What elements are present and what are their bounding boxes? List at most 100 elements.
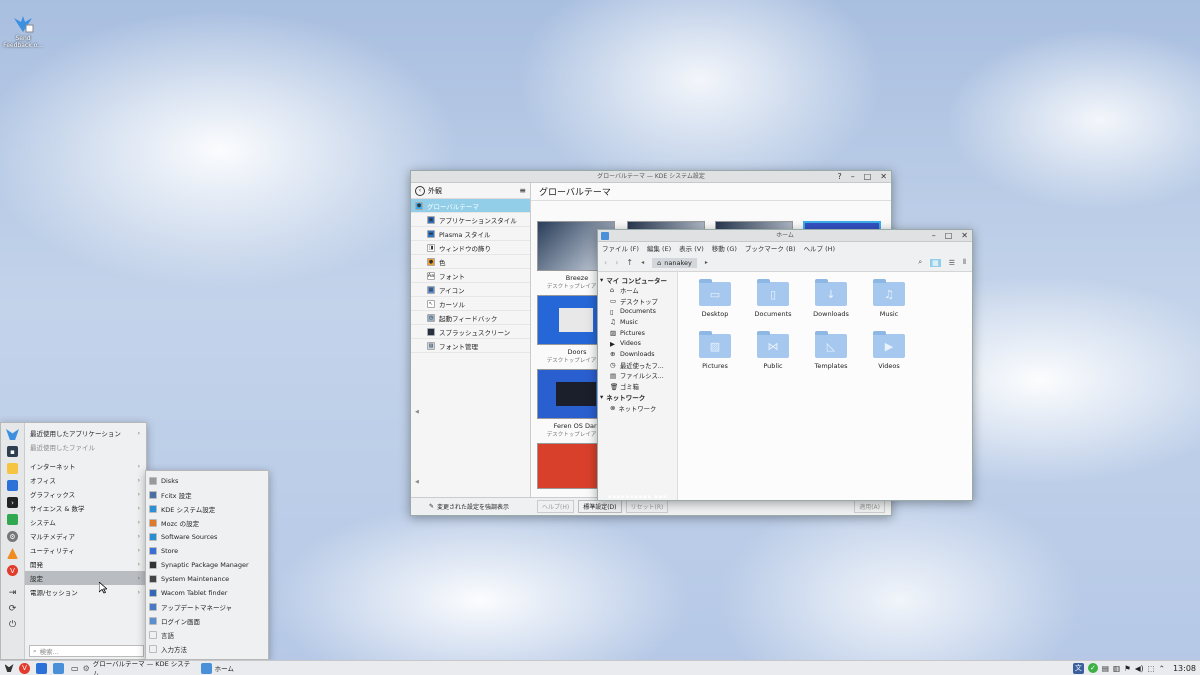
start-menu-item[interactable]: グラフィックス › [25, 487, 146, 501]
files-app-icon[interactable] [7, 463, 18, 474]
folder-item[interactable]: ⋈ Public [744, 331, 802, 370]
menu-3[interactable]: 移動 (G) [712, 243, 737, 253]
submenu-item[interactable]: Synaptic Package Manager [146, 558, 268, 572]
sidebar-item[interactable]: ▣ アプリケーションスタイル [411, 213, 530, 227]
submenu-item[interactable]: Mozc の設定 [146, 516, 268, 530]
folder-item[interactable]: ▭ Desktop [686, 279, 744, 318]
folder-item[interactable]: ▨ Pictures [686, 331, 744, 370]
start-menu-item[interactable]: システム › [25, 515, 146, 529]
highlight-changes-button[interactable]: ✎ 変更された設定を強調表示 [411, 502, 531, 511]
logout-icon[interactable]: ⇥ [9, 588, 17, 598]
input-method-icon[interactable]: 文 [1072, 662, 1084, 674]
files-icon[interactable] [53, 662, 64, 674]
place-item[interactable]: ▤ ファイルシス... [598, 371, 677, 382]
search-box[interactable]: ⌕ 検索... [29, 645, 144, 657]
storage-icon[interactable]: ▤ [1102, 664, 1109, 673]
place-item[interactable]: ◷ 最近使ったフ... [598, 360, 677, 371]
place-item[interactable]: ▯ Documents [598, 306, 677, 317]
feren-logo-icon[interactable] [6, 429, 19, 440]
terminal-icon[interactable]: › [7, 497, 18, 508]
sidebar-scroll-arrow[interactable]: ◀ [415, 409, 419, 415]
start-menu-item[interactable]: 設定 › [25, 571, 146, 585]
folder-item[interactable]: ♫ Music [860, 279, 918, 318]
start-menu-item[interactable]: 開発 › [25, 557, 146, 571]
sidebar-item[interactable]: ◨ ウィンドウの飾り [411, 241, 530, 255]
submenu-item[interactable]: 入力方法 [146, 642, 268, 656]
sidebar-item[interactable]: ▬ スプラッシュスクリーン [411, 325, 530, 339]
vivaldi-icon[interactable]: V [7, 565, 18, 576]
folder-item[interactable]: ◺ Templates [802, 331, 860, 370]
app-launcher-icon[interactable]: ▪ [7, 446, 18, 457]
clipboard-icon[interactable]: ▥ [1113, 664, 1120, 673]
store-icon[interactable] [36, 662, 47, 674]
places-header[interactable]: ▾ マイ コンピューター [598, 274, 677, 285]
vlc-icon[interactable] [7, 548, 18, 559]
help-button[interactable]: ヘルプ(H) [537, 500, 575, 513]
sidebar-item[interactable]: ↖ カーソル [411, 297, 530, 311]
network-icon[interactable]: ⬚ [1148, 664, 1155, 673]
folder-item[interactable]: ▯ Documents [744, 279, 802, 318]
apply-button[interactable]: 適用(A) [854, 500, 885, 513]
notifications-icon[interactable]: ⚑ [1124, 664, 1131, 673]
back-icon[interactable]: ‹ [415, 185, 425, 196]
hamburger-icon[interactable]: ≡ [519, 186, 526, 195]
help-icon[interactable]: ? [837, 171, 841, 183]
close-icon[interactable]: ✕ [961, 230, 968, 242]
power-icon[interactable]: ⏻ [9, 620, 16, 630]
store-app-icon[interactable] [7, 480, 18, 491]
sidebar-item[interactable]: ▬ Plasma スタイル [411, 227, 530, 241]
start-menu-item[interactable]: サイエンス & 数学 › [25, 501, 146, 515]
menu-4[interactable]: ブックマーク (B) [745, 243, 796, 253]
split-view-icon[interactable]: ⫴ [963, 258, 966, 267]
sidebar-item[interactable]: ▨ フォント管理 [411, 339, 530, 353]
breadcrumb-right-icon[interactable]: ▸ [705, 259, 708, 266]
defaults-button[interactable]: 標準設定(D) [578, 500, 622, 513]
vivaldi-icon[interactable]: V [19, 662, 30, 674]
start-button[interactable] [2, 661, 16, 675]
submenu-item[interactable]: Store [146, 544, 268, 558]
restart-icon[interactable]: ⟳ [9, 604, 17, 614]
breadcrumb[interactable]: ⌂ nanakey [652, 257, 697, 268]
submenu-item[interactable]: System Maintenance [146, 572, 268, 586]
clock[interactable]: 13:08 [1173, 664, 1196, 673]
show-desktop-icon[interactable]: ▭ [71, 664, 79, 673]
submenu-item[interactable]: 言語 [146, 628, 268, 642]
submenu-item[interactable]: Software Sources [146, 530, 268, 544]
menu-5[interactable]: ヘルプ (H) [804, 243, 836, 253]
dolphin-titlebar[interactable]: ホーム – □ ✕ [598, 230, 972, 242]
kde-titlebar[interactable]: グローバルテーマ — KDE システム設定 ? – □ ✕ [411, 171, 891, 183]
place-item[interactable]: 🗑 ゴミ箱 [598, 381, 677, 392]
settings-app-icon[interactable]: ⚙ [7, 531, 18, 542]
close-icon[interactable]: ✕ [880, 171, 887, 183]
folder-item[interactable]: ↓ Downloads [802, 279, 860, 318]
update-ok-icon[interactable]: ✓ [1087, 663, 1098, 673]
expand-tray-icon[interactable]: ⌃ [1159, 664, 1165, 673]
maximize-icon[interactable]: □ [945, 230, 953, 242]
back-icon[interactable]: ‹ [604, 258, 607, 267]
maximize-icon[interactable]: □ [864, 171, 872, 183]
sidebar-item[interactable]: ◷ 起動フィードバック [411, 311, 530, 325]
system-monitor-icon[interactable] [7, 514, 18, 525]
network-item[interactable]: ⊗ ネットワーク [598, 403, 677, 414]
place-item[interactable]: ▶ Videos [598, 338, 677, 349]
search-icon[interactable]: ⌕ [918, 258, 922, 267]
sidebar-item[interactable]: ▦ アイコン [411, 283, 530, 297]
minimize-icon[interactable]: – [932, 230, 936, 242]
sidebar-item[interactable]: ● 色 [411, 255, 530, 269]
sidebar-scroll-arrow[interactable]: ◀ [415, 479, 419, 485]
breadcrumb-left-icon[interactable]: ◂ [641, 259, 644, 266]
icons-view-icon[interactable]: ▦ [930, 258, 941, 267]
place-item[interactable]: ⌂ ホーム [598, 285, 677, 296]
up-icon[interactable]: ↑ [626, 258, 633, 267]
start-menu-item[interactable]: 最近使用したアプリケーション › [25, 426, 146, 440]
submenu-item[interactable]: Fcitx 設定 [146, 488, 268, 502]
task-dolphin[interactable]: ホーム [200, 662, 261, 674]
submenu-item[interactable]: Wacom Tablet finder [146, 586, 268, 600]
menu-1[interactable]: 編集 (E) [647, 243, 671, 253]
place-item[interactable]: ▨ Pictures [598, 328, 677, 339]
menu-2[interactable]: 表示 (V) [679, 243, 704, 253]
start-menu-item[interactable]: 最近使用したファイル [25, 440, 146, 454]
start-menu-item[interactable]: 電源/セッション › [25, 585, 146, 599]
volume-icon[interactable]: ◀) [1135, 664, 1144, 673]
menu-0[interactable]: ファイル (F) [602, 243, 639, 253]
